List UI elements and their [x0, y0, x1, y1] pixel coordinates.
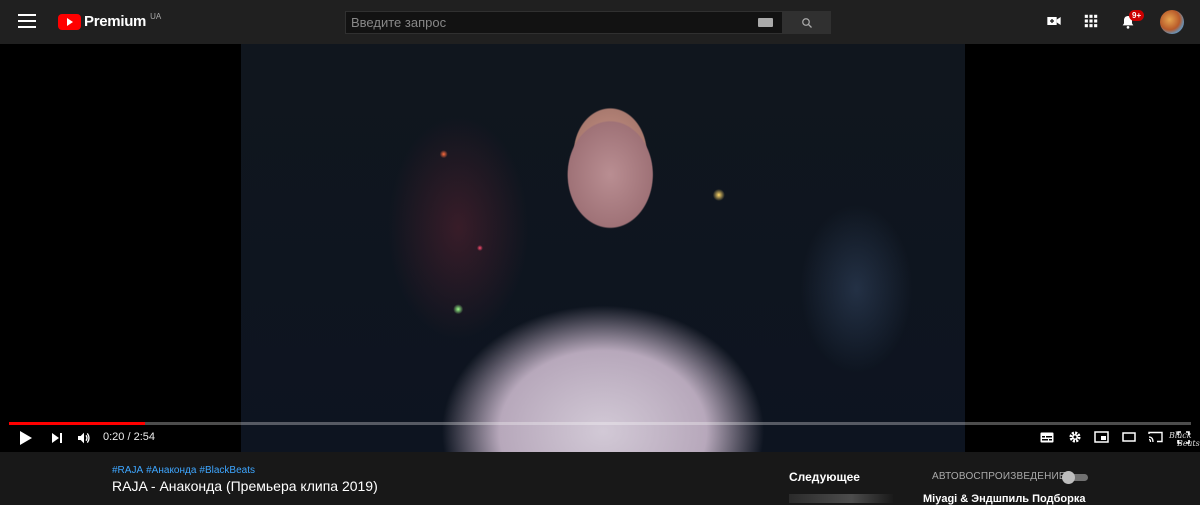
keyboard-icon[interactable]	[758, 18, 773, 27]
youtube-play-logo-icon	[58, 13, 81, 30]
hashtag-link[interactable]: #Анаконда	[146, 465, 196, 476]
video-frame	[241, 44, 965, 452]
miniplayer-icon[interactable]	[1094, 431, 1109, 443]
play-icon[interactable]	[19, 430, 33, 446]
hamburger-menu-icon[interactable]	[18, 14, 36, 30]
video-camera-plus-icon[interactable]	[1046, 13, 1062, 29]
cast-icon[interactable]	[1148, 431, 1163, 443]
autoplay-label: АВТОВОСПРОИЗВЕДЕНИЕ	[932, 471, 1066, 482]
search-box	[345, 11, 783, 34]
subtitles-icon[interactable]	[1040, 432, 1054, 443]
watch-metadata: #RAJA #Анаконда #BlackBeats RAJA - Анаконд…	[0, 452, 1200, 505]
search-button[interactable]	[783, 11, 831, 34]
progress-bar[interactable]	[9, 422, 1191, 425]
up-next-heading: Следующее	[789, 470, 860, 484]
logo-region: UA	[150, 12, 162, 21]
hashtags: #RAJA #Анаконда #BlackBeats	[112, 465, 258, 476]
autoplay-toggle[interactable]	[1062, 471, 1088, 484]
avatar[interactable]	[1160, 10, 1184, 34]
youtube-premium-logo[interactable]: Premium UA	[58, 12, 162, 30]
next-icon[interactable]	[51, 432, 63, 444]
search-icon	[802, 17, 812, 28]
toggle-knob	[1062, 471, 1075, 484]
notification-count-badge: 9+	[1129, 10, 1145, 21]
theater-mode-icon[interactable]	[1122, 432, 1136, 442]
hashtag-link[interactable]: #RAJA	[112, 465, 143, 476]
volume-icon[interactable]	[76, 430, 92, 446]
settings-gear-icon[interactable]	[1068, 430, 1082, 444]
next-video-title[interactable]: Miyagi & Эндшпиль Подборка	[923, 493, 1085, 505]
next-video-thumbnail[interactable]	[789, 494, 893, 503]
time-display: 0:20 / 2:54	[103, 431, 155, 443]
player-controls: 0:20 / 2:54	[0, 426, 1200, 452]
top-bar: Premium UA 9+	[0, 0, 1200, 44]
video-title: RAJA - Анаконда (Премьера клипа 2019)	[112, 478, 378, 494]
apps-grid-icon[interactable]	[1084, 13, 1098, 29]
logo-text: Premium	[84, 13, 147, 30]
video-player[interactable]: Black Beats 0:20 / 2:54	[0, 44, 1200, 452]
hashtag-link[interactable]: #BlackBeats	[199, 465, 255, 476]
search-input[interactable]	[346, 15, 746, 30]
progress-bar-fill	[9, 422, 145, 425]
fullscreen-icon[interactable]	[1177, 431, 1190, 444]
